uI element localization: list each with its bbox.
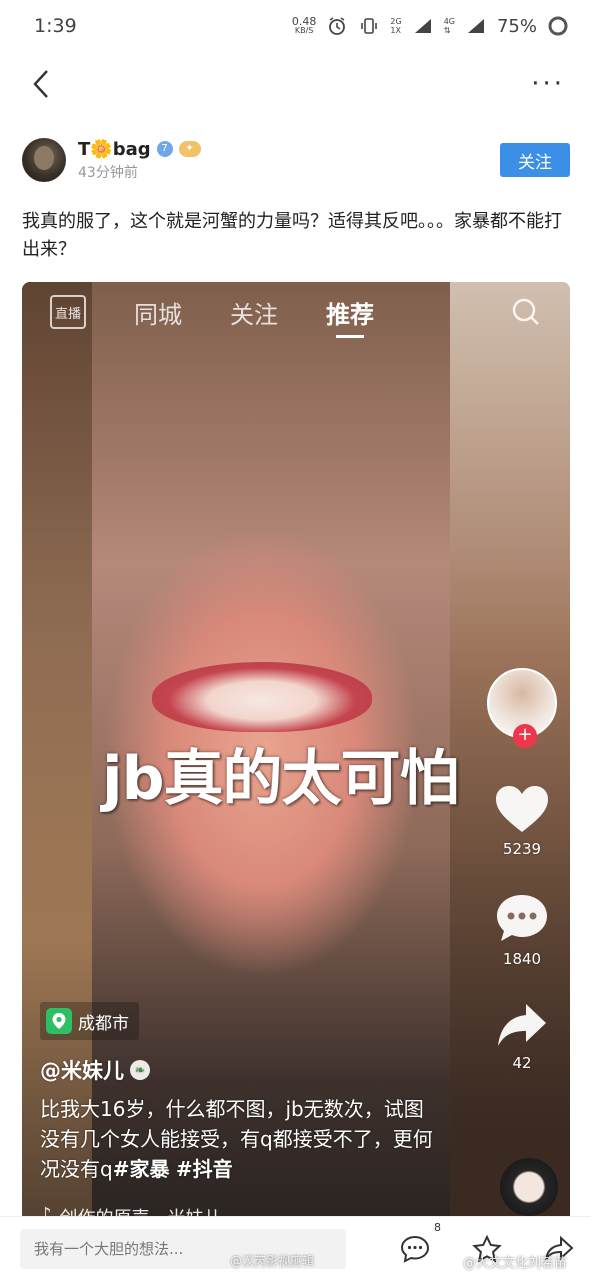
battery-percent: 75% bbox=[496, 15, 537, 37]
net-speed-unit: KB/S bbox=[294, 26, 314, 35]
comment-action: 1840 bbox=[494, 892, 550, 968]
network-2-arrows: ⇅ bbox=[443, 26, 451, 35]
embedded-video-screenshot[interactable]: 直播 同城 关注 推荐 jb真的太可怕 + 5239 1840 42 成都市 @… bbox=[22, 282, 570, 1222]
plus-icon: + bbox=[513, 724, 537, 748]
network-1-label: 2G 1X bbox=[390, 17, 401, 35]
location-name: 成都市 bbox=[78, 1013, 129, 1034]
heart-icon bbox=[496, 786, 548, 832]
network-1-type: 2G bbox=[390, 17, 402, 26]
back-button[interactable] bbox=[26, 64, 56, 104]
vibrate-icon bbox=[358, 15, 380, 37]
status-icons: 0.48 KB/S 2G 1X 4G ⇅ 75% bbox=[292, 15, 569, 37]
signal-icon-1 bbox=[412, 15, 434, 37]
user-meta: T🌼bag 7 ✦ 43分钟前 bbox=[78, 139, 201, 182]
net-speed: 0.48 KB/S bbox=[291, 15, 317, 35]
tab-follow: 关注 bbox=[230, 300, 278, 329]
video-description: 比我大16岁，什么都不图，jb无数次，试图没有几个女人能接受，有q都接受不了，更… bbox=[40, 1094, 435, 1184]
network-2-label: 4G ⇅ bbox=[444, 17, 455, 35]
comment-button[interactable]: 8 bbox=[399, 1221, 441, 1265]
live-tab: 直播 bbox=[50, 295, 86, 329]
video-caption: jb真的太可怕 bbox=[102, 744, 460, 814]
hashtag-1: #家暴 bbox=[112, 1157, 170, 1181]
hashtag-2: #抖音 bbox=[175, 1157, 233, 1181]
creator-handle: @米妹儿 bbox=[40, 1059, 124, 1083]
post-time: 43分钟前 bbox=[78, 164, 138, 181]
status-bar: 1:39 0.48 KB/S 2G 1X 4G ⇅ 75% bbox=[0, 0, 591, 52]
user-line: T🌼bag 7 ✦ bbox=[78, 139, 201, 160]
music-disc bbox=[500, 1158, 558, 1216]
more-dots-icon: ··· bbox=[531, 69, 565, 99]
tab-city: 同城 bbox=[134, 300, 182, 329]
like-count: 5239 bbox=[502, 840, 542, 858]
post-header: T🌼bag 7 ✦ 43分钟前 关注 bbox=[22, 136, 570, 184]
watermark-right: @大文文化刘若苗 bbox=[462, 1256, 567, 1271]
comment-bubble-icon bbox=[497, 895, 547, 941]
user-level-badge: 7 bbox=[156, 141, 173, 157]
chevron-left-icon bbox=[33, 70, 48, 98]
video-side-actions: + 5239 1840 42 bbox=[484, 668, 560, 1072]
video-frame-detail bbox=[152, 662, 372, 732]
video-description-text: 比我大16岁，什么都不图，jb无数次，试图没有几个女人能接受，有q都接受不了，更… bbox=[40, 1097, 433, 1181]
network-2-type: 4G bbox=[443, 17, 455, 26]
fan-badge-icon: ✦ bbox=[178, 141, 201, 157]
user-avatar[interactable] bbox=[22, 138, 66, 182]
battery-icon bbox=[547, 15, 569, 37]
post-text: 我真的服了，这个就是河蟹的力量吗？适得其反吧。。。家暴都不能打出来？ bbox=[22, 211, 562, 260]
follow-button[interactable]: 关注 bbox=[500, 143, 570, 177]
share-arrow-icon bbox=[498, 1004, 546, 1046]
watermark-left: @汉芮影视剪辑 bbox=[230, 1254, 315, 1268]
status-time: 1:39 bbox=[34, 15, 77, 37]
search-icon bbox=[510, 296, 542, 328]
location-pin-icon bbox=[46, 1008, 72, 1034]
comment-icon bbox=[400, 1235, 430, 1263]
video-top-tabs: 直播 同城 关注 推荐 bbox=[22, 282, 570, 342]
nav-bar: ··· bbox=[0, 52, 591, 116]
share-action: 42 bbox=[496, 1002, 548, 1072]
creator-avatar: + bbox=[487, 668, 557, 748]
signal-icon-2 bbox=[465, 15, 487, 37]
location-chip: 成都市 bbox=[40, 1002, 139, 1040]
username[interactable]: T🌼bag bbox=[78, 139, 151, 160]
leaf-icon: ❧ bbox=[130, 1060, 150, 1080]
like-action: 5239 bbox=[494, 784, 550, 858]
share-count: 42 bbox=[512, 1054, 532, 1072]
creator-name: @米妹儿 ❧ bbox=[40, 1055, 150, 1085]
comment-count: 1840 bbox=[502, 950, 542, 968]
net-speed-value: 0.48 bbox=[291, 15, 317, 28]
network-1-sub: 1X bbox=[390, 26, 401, 35]
alarm-icon bbox=[326, 15, 348, 37]
comment-badge: 8 bbox=[434, 1220, 441, 1234]
more-button[interactable]: ··· bbox=[531, 71, 565, 97]
tab-recommend: 推荐 bbox=[326, 295, 374, 338]
